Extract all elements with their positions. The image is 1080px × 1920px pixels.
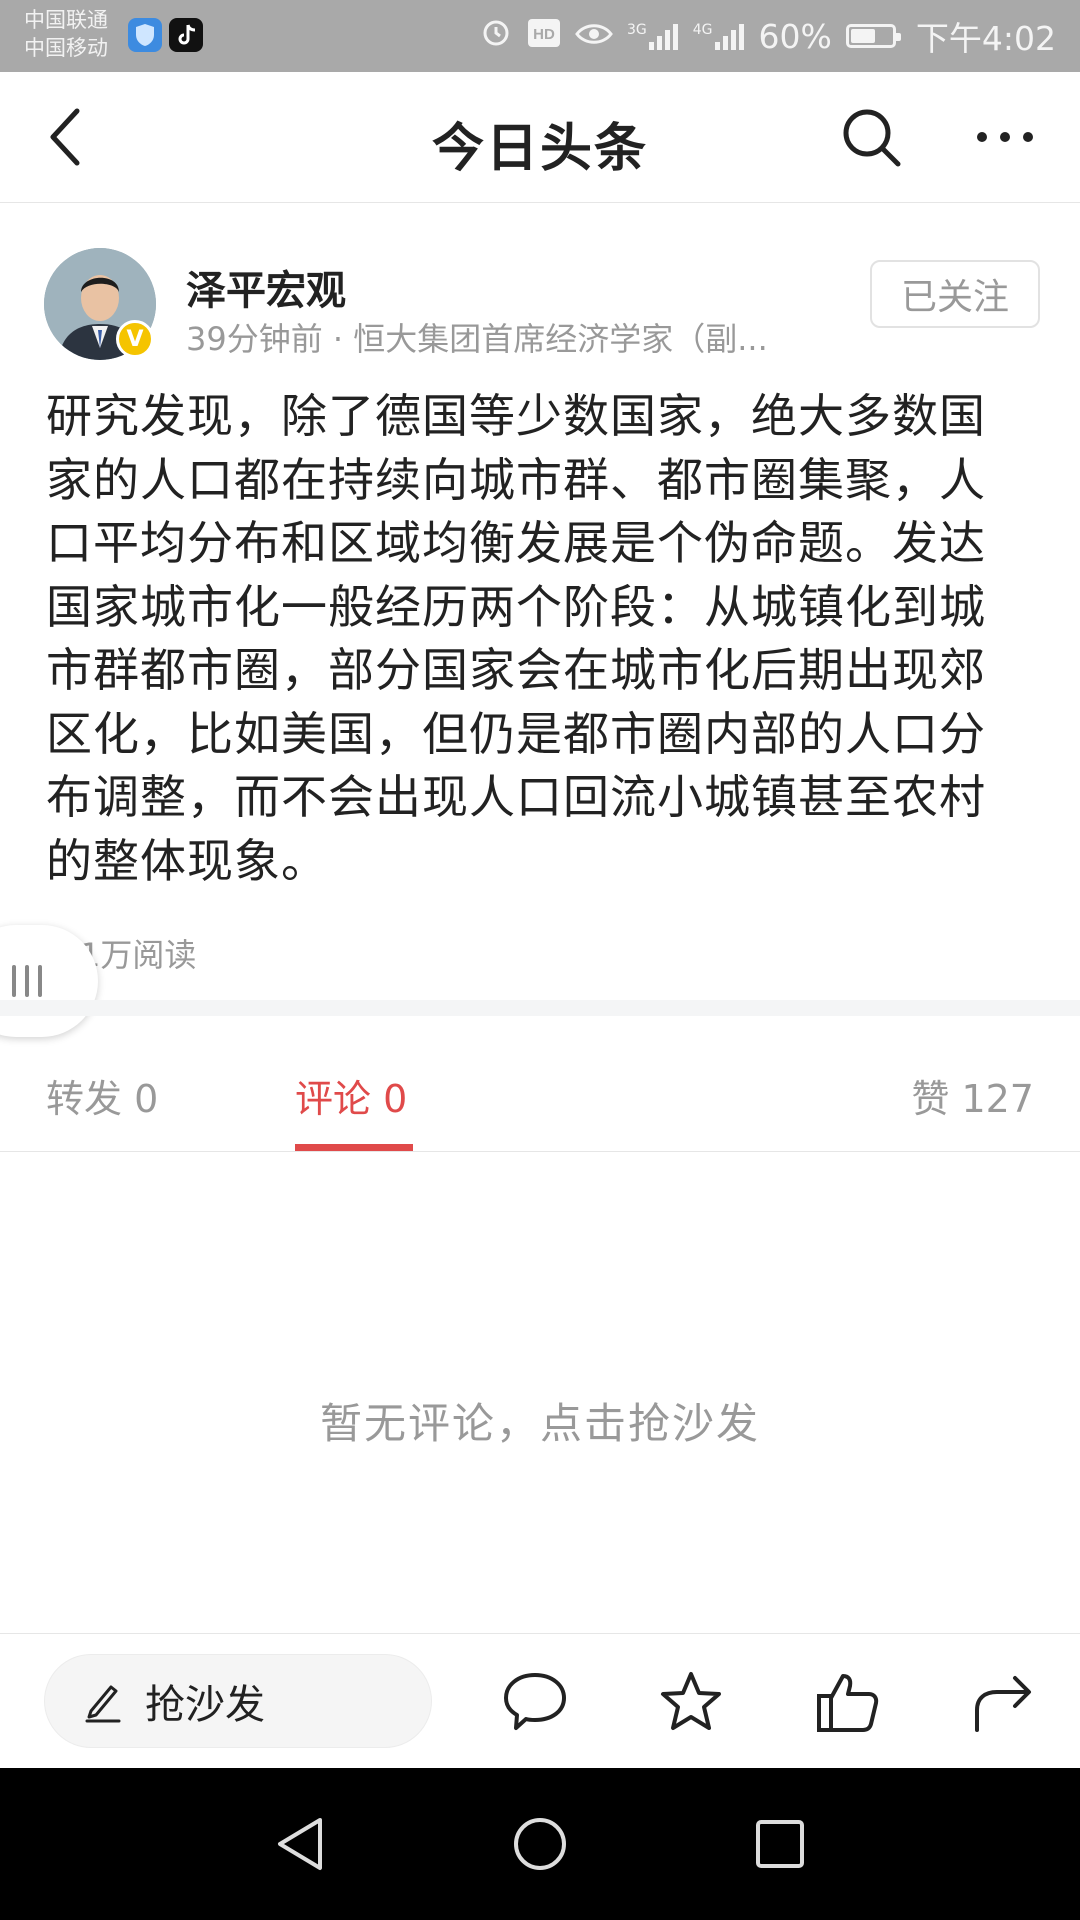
network-1-label: 3G	[627, 22, 647, 38]
share-icon	[975, 1676, 1031, 1732]
tab-repost[interactable]: 转发 0	[46, 1068, 158, 1123]
empty-comments-message[interactable]: 暂无评论，点击抢沙发	[0, 1390, 1080, 1451]
comment-icon	[504, 1673, 566, 1730]
nav-back-icon	[278, 1818, 322, 1870]
like-button[interactable]	[810, 1664, 886, 1740]
more-icon	[977, 132, 1033, 142]
signal-4g-icon: 4G	[693, 22, 745, 50]
thumbs-up-icon	[817, 1674, 879, 1732]
author-name[interactable]: 泽平宏观	[186, 258, 346, 316]
carrier-1: 中国联通	[24, 8, 108, 32]
tab-likes[interactable]: 赞 127	[911, 1068, 1034, 1123]
comment-button[interactable]	[497, 1664, 573, 1740]
search-button[interactable]	[836, 102, 906, 172]
more-button[interactable]	[970, 102, 1040, 172]
system-back-button[interactable]	[268, 1812, 332, 1876]
section-divider	[0, 1000, 1080, 1016]
active-tab-indicator	[295, 1144, 413, 1151]
comment-input-label: 抢沙发	[145, 1682, 265, 1728]
system-nav-bar	[0, 1768, 1080, 1920]
battery-icon	[845, 24, 901, 48]
battery-percent: 60%	[758, 16, 832, 56]
alarm-icon	[479, 15, 513, 57]
hd-icon: HD	[527, 17, 561, 56]
pen-icon	[85, 1685, 121, 1723]
read-count: 1万阅读	[80, 936, 197, 974]
app-title: 今日头条	[431, 119, 648, 179]
bottom-action-bar: 抢沙发	[0, 1633, 1080, 1769]
carrier-2: 中国移动	[24, 36, 108, 60]
carrier-info: 中国联通 中国移动	[24, 6, 108, 62]
app-nav-bar: 今日头条	[0, 72, 1080, 203]
battery-level	[850, 29, 875, 43]
tiktok-app-icon	[169, 18, 203, 52]
favorite-button[interactable]	[653, 1664, 729, 1740]
comment-input[interactable]: 抢沙发	[44, 1654, 432, 1748]
follow-button[interactable]: 已关注	[870, 260, 1040, 328]
verified-badge: V	[116, 320, 154, 358]
star-icon	[661, 1672, 721, 1730]
eye-icon	[575, 17, 613, 56]
clock: 下午4:02	[915, 19, 1056, 58]
share-button[interactable]	[966, 1664, 1042, 1740]
search-icon	[843, 109, 901, 167]
system-home-button[interactable]	[508, 1812, 572, 1876]
author-row: V 泽平宏观 39分钟前 · 恒大集团首席经济学家（副... 已关注	[0, 248, 1080, 363]
shield-app-icon	[128, 18, 162, 52]
author-meta: 39分钟前 · 恒大集团首席经济学家（副...	[186, 320, 768, 358]
network-2-label: 4G	[692, 22, 713, 38]
interaction-tabs: 转发 0 评论 0 赞 127	[0, 1016, 1080, 1152]
system-recents-button[interactable]	[748, 1812, 812, 1876]
post-text: 研究发现，除了德国等少数国家，绝大多数国家的人口都在持续向城市群、都市圈集聚，人…	[46, 389, 986, 888]
handle-lines-icon	[12, 965, 42, 997]
nav-recents-icon	[756, 1820, 804, 1868]
signal-3g-icon: 3G	[627, 22, 679, 50]
tab-comments[interactable]: 评论 0	[295, 1068, 407, 1123]
status-bar: 中国联通 中国移动 HD 3G 4G 60% 下午4:02	[0, 0, 1080, 72]
nav-home-icon	[514, 1818, 566, 1870]
svg-text:HD: HD	[533, 26, 555, 43]
